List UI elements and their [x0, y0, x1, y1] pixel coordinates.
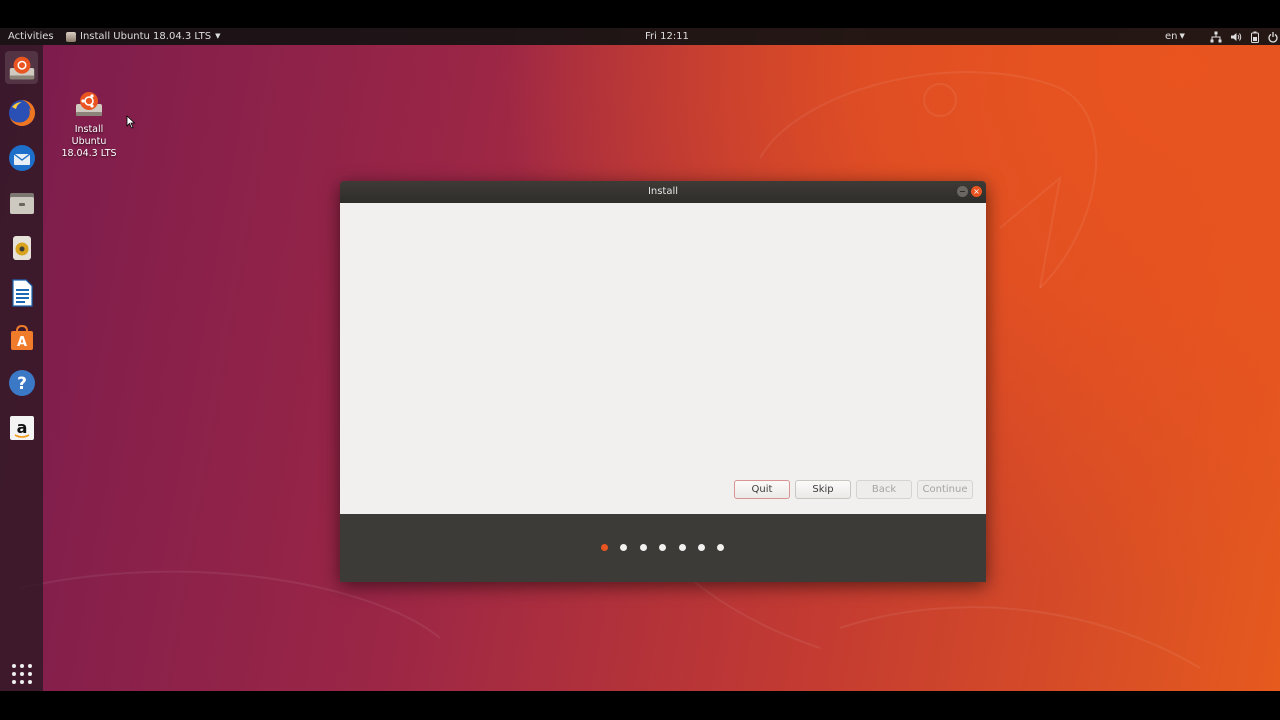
svg-text:?: ?	[17, 374, 27, 394]
step-dot	[678, 544, 686, 551]
show-applications-button[interactable]	[5, 657, 38, 690]
ubuntu-installer-icon	[73, 88, 105, 120]
volume-icon	[1231, 32, 1242, 41]
grid-icon	[11, 663, 32, 684]
language-label: en	[1165, 31, 1178, 42]
ubuntu-installer-icon	[9, 56, 34, 79]
files-icon	[9, 192, 34, 214]
libreoffice-writer-icon	[11, 278, 33, 307]
clock[interactable]: Fri 12:11	[645, 28, 689, 45]
dock-item-files[interactable]	[5, 186, 38, 219]
minimize-button[interactable]	[957, 186, 968, 197]
desktop-icon-label-line: 18.04.3 LTS	[61, 148, 117, 159]
mouse-cursor-icon	[126, 115, 136, 129]
svg-text:a: a	[16, 418, 27, 437]
desktop-icon-label-line: Ubuntu	[71, 136, 107, 147]
dock-item-ubuntu-software[interactable]: A	[5, 321, 38, 354]
close-icon: ×	[973, 187, 980, 196]
quit-button[interactable]: Quit	[734, 480, 790, 499]
window-titlebar[interactable]: Install ×	[340, 181, 986, 203]
chevron-down-icon: ▼	[1179, 32, 1185, 40]
system-menu[interactable]	[1210, 30, 1278, 43]
dock-item-rhythmbox[interactable]	[5, 231, 38, 264]
firefox-icon	[8, 99, 35, 126]
back-button[interactable]: Back	[856, 480, 912, 499]
step-dot	[601, 544, 608, 551]
app-menu-label: Install Ubuntu 18.04.3 LTS	[80, 31, 212, 42]
letterbox-top	[0, 0, 1280, 28]
installer-app-icon	[66, 31, 76, 42]
continue-button[interactable]: Continue	[917, 480, 973, 499]
dock-item-firefox[interactable]	[5, 96, 38, 129]
dock-item-thunderbird[interactable]	[5, 141, 38, 174]
chevron-down-icon: ▼	[215, 32, 221, 40]
rhythmbox-icon	[12, 235, 31, 260]
install-window: Install × Quit Skip Back Continue	[340, 181, 986, 582]
dock-item-amazon[interactable]: a	[5, 411, 38, 444]
step-dot	[639, 544, 647, 551]
help-icon: ?	[8, 369, 35, 396]
close-button[interactable]: ×	[971, 186, 982, 197]
svg-text:A: A	[16, 335, 26, 350]
desktop-icon-install-ubuntu[interactable]: Install Ubuntu 18.04.3 LTS	[58, 88, 120, 160]
network-icon	[1210, 31, 1222, 42]
thunderbird-icon	[8, 144, 35, 171]
ubuntu-software-icon: A	[10, 324, 33, 350]
language-indicator[interactable]: en ▼	[1165, 28, 1185, 45]
dock-item-help[interactable]: ?	[5, 366, 38, 399]
screen: Install Ubuntu 18.04.3 LTS Activities In…	[0, 0, 1280, 720]
app-menu-button[interactable]: Install Ubuntu 18.04.3 LTS ▼	[66, 28, 220, 45]
window-title: Install	[647, 186, 679, 197]
activities-button[interactable]: Activities	[8, 28, 54, 45]
desktop-icon-label-line: Install	[74, 124, 104, 135]
dock-item-installer[interactable]	[5, 51, 38, 84]
dock-item-libreoffice-writer[interactable]	[5, 276, 38, 309]
letterbox-bottom	[0, 691, 1280, 720]
amazon-icon: a	[9, 415, 34, 440]
power-icon	[1268, 31, 1278, 43]
window-content	[340, 203, 986, 514]
step-dot	[698, 544, 705, 551]
skip-button[interactable]: Skip	[795, 480, 851, 499]
top-panel: Activities Install Ubuntu 18.04.3 LTS ▼ …	[0, 28, 1280, 45]
battery-icon	[1251, 31, 1259, 43]
dock: A ? a	[0, 45, 43, 691]
